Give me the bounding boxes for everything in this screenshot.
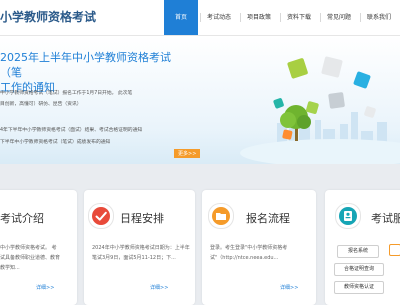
calendar-check-icon [88,203,114,229]
main-nav: 首页 考试动态 项目政策 资料下载 常见问题 联系我们 [163,0,400,35]
card-title: 报名流程 [246,212,290,225]
card-description: 登录。考生登录"中小学教师资格考试"（http://ntce.neea.edu.… [210,245,288,261]
card-exam-intro[interactable]: 考试介绍 中小学教师资格考试。 考试具备教师职业道德、教育教学知... 详细>> [0,190,77,305]
card-title: 考试介绍 [0,212,44,225]
hero-news-line[interactable]: 目创新，高懂可）研仿、昆告（资讯） [0,100,82,107]
site-title[interactable]: 小学教师资格考试 [0,8,96,25]
nav-divider [200,13,201,22]
card-more-link[interactable]: 详细>> [36,284,54,291]
nav-divider [240,13,241,22]
card-title: 日程安排 [120,212,164,225]
registration-system-button[interactable]: 报名系统 [337,245,379,258]
nav-divider [280,13,281,22]
certificate-query-button[interactable]: 合格证明查询 [334,263,384,276]
nav-divider [320,13,321,22]
card-title: 考试服 [371,212,400,225]
card-exam-service[interactable]: 考试服 报名系统 合格证明查询 教师资格认证 [325,190,400,305]
nav-downloads[interactable]: 资料下载 [287,12,311,21]
hero-illustration [240,56,400,164]
teacher-certification-button[interactable]: 教师资格认证 [334,281,384,294]
nav-contact[interactable]: 联系我们 [367,12,391,21]
nav-divider [360,13,361,22]
card-registration-process[interactable]: 报名流程 登录。考生登录"中小学教师资格考试"（http://ntce.neea… [202,190,316,305]
card-more-link[interactable]: 详细>> [280,284,298,291]
id-card-icon [335,203,361,229]
card-description: 2024年中小学教师资格考试日期为：上半年笔试3月9日，面试5月11-12日；下… [92,245,190,261]
hero-banner: 2025年上半年中小学教师资格考试（笔 工作的通知 中小学教师资格考试（笔试）报… [0,36,400,164]
folder-icon [208,203,234,229]
nav-policy[interactable]: 项目政策 [247,12,271,21]
card-schedule[interactable]: 日程安排 2024年中小学教师资格考试日期为：上半年笔试3月9日，面试5月11-… [84,190,195,305]
highlight-marker [389,244,400,256]
card-description: 中小学教师资格考试。 考试具备教师职业道德、教育教学知... [0,245,61,271]
hero-headline-line-1[interactable]: 2025年上半年中小学教师资格考试（笔 [0,50,190,80]
hero-news-line[interactable]: 4年下半年中小学教师资格考试（面试）结果、考试合格证明的通知 [0,126,142,133]
card-more-link[interactable]: 详细>> [150,284,168,291]
hero-news-line[interactable]: 中小学教师资格考试（笔试）报名工作于1月7日开始。 此次笔 [0,89,132,96]
more-news-button[interactable]: 更多>> [174,149,201,158]
nav-faq[interactable]: 常见问题 [327,12,351,21]
hero-news-line[interactable]: 下半年中小学教师资格考试（笔试）成绩发布的通知 [0,138,110,145]
site-header: 小学教师资格考试 首页 考试动态 项目政策 资料下载 常见问题 联系我们 [0,0,400,36]
nav-home[interactable]: 首页 [164,0,198,35]
nav-exam-news[interactable]: 考试动态 [207,12,231,21]
